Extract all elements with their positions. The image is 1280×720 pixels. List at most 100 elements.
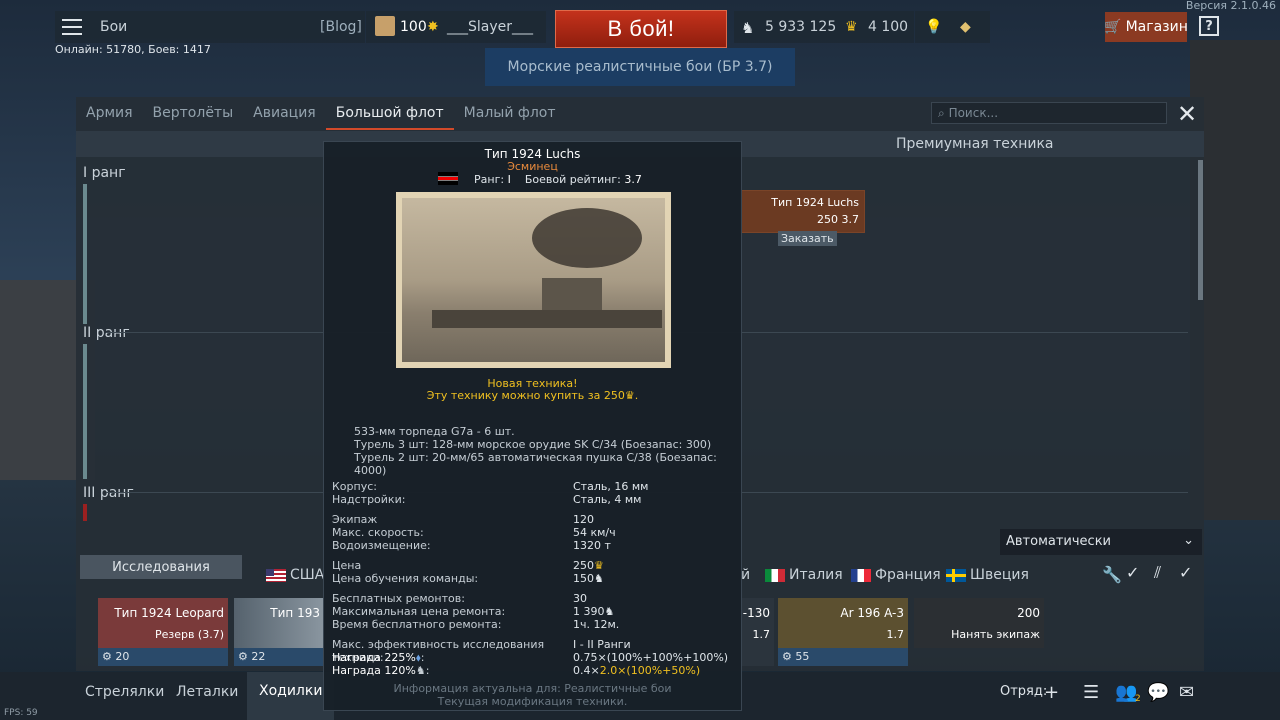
vehicle-type-tabs: Армия Вертолёты Авиация Большой флот Мал… bbox=[76, 97, 566, 130]
checkmark-icon[interactable]: ✓ bbox=[1179, 563, 1192, 582]
top-bar: Бои [Blog] 100 ✸ ___Slayer___ В бой! ♞ 5… bbox=[0, 0, 1280, 56]
stat-label: Награда 120%♞: bbox=[332, 664, 430, 677]
usa-flag-icon bbox=[266, 568, 286, 582]
list-icon[interactable]: ☰ bbox=[1083, 682, 1099, 703]
stat-value: 120 bbox=[573, 513, 594, 526]
squad-label: Отряд: bbox=[1000, 684, 1048, 699]
stat-label: Бесплатных ремонтов: bbox=[332, 592, 465, 605]
sl-reward-a: 0.4× bbox=[573, 664, 600, 677]
add-icon[interactable]: + bbox=[1044, 682, 1059, 703]
training-value: 150 bbox=[573, 572, 594, 585]
silver-lion-icon: ♞ bbox=[604, 605, 615, 618]
vehicle-tooltip: Тип 1924 Luchs Эсминец Ранг: I Боевой ре… bbox=[323, 141, 742, 711]
sl-reward-b: 2.0 bbox=[599, 664, 618, 677]
blog-link[interactable]: [Blog] bbox=[320, 19, 362, 35]
silver-lion-icon: ♞ bbox=[415, 664, 426, 677]
stat-value: 1ч. 12м. bbox=[573, 618, 620, 631]
vehicle-class: Эсминец bbox=[507, 160, 558, 173]
tree-scrollbar[interactable] bbox=[1198, 160, 1203, 300]
research-toggle[interactable]: Исследования bbox=[80, 555, 242, 579]
nation-usa[interactable]: США bbox=[266, 567, 324, 583]
stat-value: 150♞ bbox=[573, 572, 604, 585]
menu-icon[interactable] bbox=[62, 19, 82, 40]
silver-lions-icon: ♞ bbox=[741, 19, 755, 37]
checkmark-icon[interactable]: ✓ bbox=[1126, 563, 1139, 582]
tab-coastal-fleet[interactable]: Малый флот bbox=[454, 97, 566, 130]
golden-eagle-icon: ♛ bbox=[624, 389, 635, 402]
stat-label: Максимальная цена ремонта: bbox=[332, 605, 506, 618]
nation-label: США bbox=[290, 567, 325, 583]
br-label: Боевой рейтинг: bbox=[524, 173, 621, 186]
rank-label-3: III ранг bbox=[83, 485, 134, 501]
tab-bluewater-fleet[interactable]: Большой флот bbox=[325, 97, 454, 130]
rank-br-line: Ранг: I Боевой рейтинг: 3.7 bbox=[474, 173, 642, 186]
ship-superstructure bbox=[542, 278, 602, 310]
search-input[interactable]: ⌕ Поиск... bbox=[931, 102, 1167, 124]
search-placeholder: Поиск... bbox=[948, 106, 999, 120]
chat-icon[interactable]: 💬 bbox=[1147, 682, 1169, 703]
tab-walkers[interactable]: Ходилки bbox=[247, 672, 335, 720]
tab-aviation[interactable]: Авиация bbox=[243, 97, 326, 130]
order-button[interactable]: Заказать bbox=[778, 231, 837, 246]
help-button[interactable]: ? bbox=[1199, 16, 1219, 36]
tab-shooters[interactable]: Стрелялки bbox=[85, 684, 164, 700]
avatar[interactable] bbox=[375, 16, 395, 36]
stat-label: Водоизмещение: bbox=[332, 539, 431, 552]
stat-label: Цена обучения команды: bbox=[332, 572, 479, 585]
to-battle-button[interactable]: В бой! bbox=[555, 10, 727, 48]
hire-price: 200 bbox=[1017, 606, 1040, 620]
premium-header: Премиумная техника bbox=[896, 136, 1054, 152]
vehicle-name: Тип 1924 Luchs bbox=[771, 196, 859, 209]
crew-slot[interactable]: -130 1.7 bbox=[742, 598, 774, 666]
lightbulb-icon[interactable]: 💡 bbox=[925, 19, 942, 35]
buy-info: Эту технику можно купить за 250♛. bbox=[426, 389, 639, 402]
player-name[interactable]: ___Slayer___ bbox=[447, 19, 533, 35]
shop-button[interactable]: 🛒 Магазин bbox=[1104, 12, 1188, 42]
rank-progress-line bbox=[83, 344, 87, 479]
nation-partial[interactable]: й bbox=[741, 567, 750, 583]
hire-label: Нанять экипаж bbox=[951, 628, 1040, 641]
nation-italy[interactable]: Италия bbox=[765, 567, 843, 583]
version-label: Версия 2.1.0.46 bbox=[1185, 0, 1276, 12]
nation-france[interactable]: Франция bbox=[851, 567, 941, 583]
stat-label: Экипаж bbox=[332, 513, 378, 526]
crew-icon: ⚙ bbox=[102, 650, 112, 663]
ammo-icon[interactable]: ⫽ bbox=[1154, 563, 1161, 583]
stat-label: Время бесплатного ремонта: bbox=[332, 618, 502, 631]
nation-sweden[interactable]: Швеция bbox=[946, 567, 1029, 583]
buy-text: Эту технику можно купить за 250 bbox=[426, 389, 625, 402]
slot-vehicle-name: Тип 1924 Leopard bbox=[114, 606, 224, 620]
armament-item: Турель 2 шт: 20-мм/65 автоматическая пуш… bbox=[354, 451, 717, 477]
crew-slot[interactable]: Тип 1924 Leopard Резерв (3.7) ⚙ 20 bbox=[98, 598, 228, 666]
research-points-icon: ⬧ bbox=[415, 651, 421, 664]
footer-line: Информация актуальна для: Реалистичные б… bbox=[393, 682, 672, 695]
rank-badge-icon[interactable]: ◆ bbox=[960, 19, 971, 35]
crew-slot[interactable]: Тип 193 ⚙ 22 bbox=[234, 598, 324, 666]
golden-eagles-icon: ♛ bbox=[845, 19, 858, 35]
nation-label: Швеция bbox=[970, 567, 1029, 583]
wrench-icon[interactable]: 🔧 bbox=[1102, 565, 1122, 584]
crew-icon: ⚙ bbox=[238, 650, 248, 663]
sl-reward-c: ×(100%+50%) bbox=[617, 664, 701, 677]
golden-eagles-amount: 4 100 bbox=[868, 19, 909, 35]
tab-army[interactable]: Армия bbox=[76, 97, 143, 130]
crew-slot[interactable]: Ar 196 A-3 1.7 ⚙ 55 bbox=[778, 598, 908, 666]
tab-helicopters[interactable]: Вертолёты bbox=[143, 97, 244, 130]
hire-crew-slot[interactable]: 200 Нанять экипаж bbox=[914, 598, 1044, 648]
stat-value: Сталь, 16 мм bbox=[573, 480, 649, 493]
france-flag-icon bbox=[851, 568, 871, 582]
ship-image bbox=[402, 198, 665, 362]
close-icon[interactable]: ✕ bbox=[1177, 100, 1197, 128]
crew-autoselect-dropdown[interactable]: Автоматически ⌄ bbox=[1000, 529, 1202, 555]
autoselect-value: Автоматически bbox=[1006, 534, 1112, 549]
mail-icon[interactable]: ✉ bbox=[1179, 682, 1194, 703]
chevron-down-icon: ⌄ bbox=[1183, 533, 1194, 548]
rank-label-2: II ранг bbox=[83, 325, 130, 341]
menu-title[interactable]: Бои bbox=[100, 19, 127, 35]
tooltip-title: Тип 1924 Luchs bbox=[484, 147, 581, 161]
stat-value: I - II Ранги bbox=[573, 638, 631, 651]
slot-vehicle-name: Тип 193 bbox=[270, 606, 320, 620]
br-value: 3.7 bbox=[624, 173, 642, 186]
tab-flyers[interactable]: Леталки bbox=[176, 684, 238, 700]
vehicle-card-luchs[interactable]: Тип 1924 Luchs 250 3.7 bbox=[740, 190, 865, 233]
